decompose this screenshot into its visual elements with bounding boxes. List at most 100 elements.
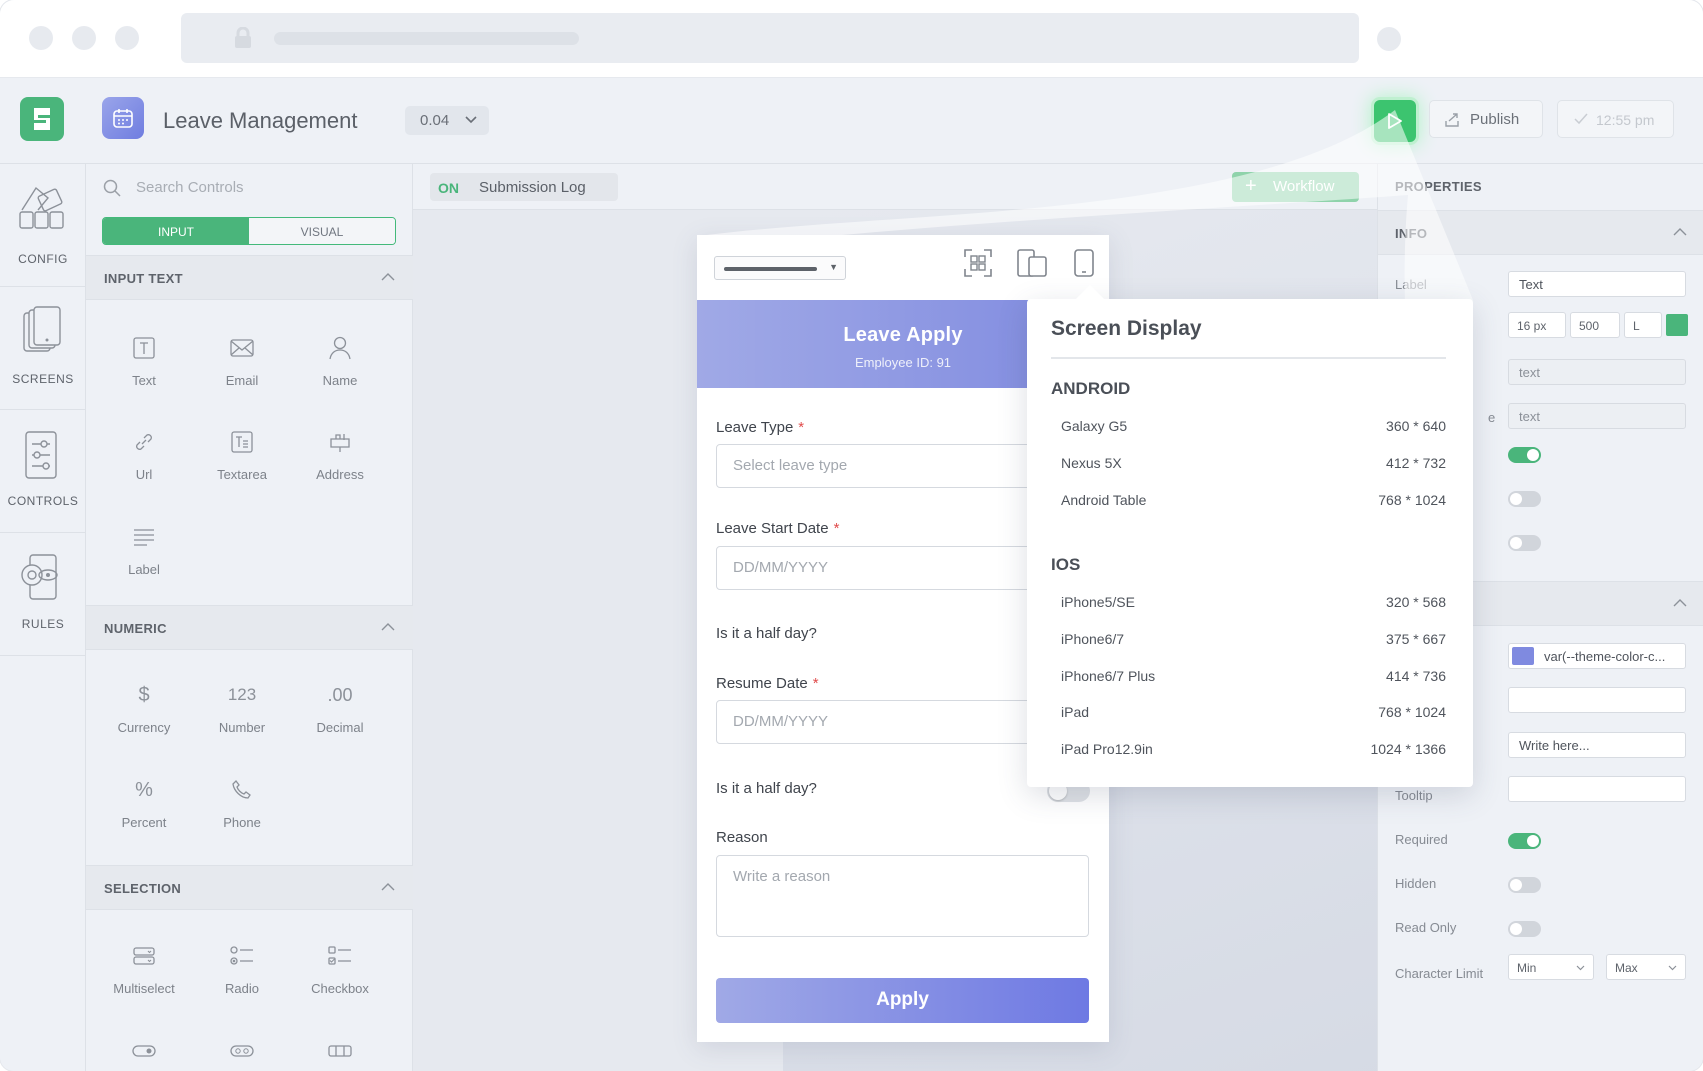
section-input-text[interactable]: INPUT TEXT xyxy=(86,255,413,300)
device-option[interactable]: iPhone6/7 375 * 667 xyxy=(1061,631,1446,647)
font-size-select[interactable]: 16 px xyxy=(1508,312,1566,338)
label-property-label: Label xyxy=(1395,277,1427,292)
control-phone[interactable]: Phone xyxy=(197,774,287,830)
control-name[interactable]: Name xyxy=(295,332,385,388)
control-text[interactable]: Text xyxy=(99,332,189,388)
device-option[interactable]: Android Table 768 * 1024 xyxy=(1061,492,1446,508)
theme-color-input[interactable]: var(--theme-color-c... xyxy=(1508,643,1686,669)
device-option[interactable]: iPhone6/7 Plus 414 * 736 xyxy=(1061,668,1446,684)
control-label-label: Label xyxy=(128,562,160,577)
nav-rules[interactable]: RULES xyxy=(0,533,86,656)
info-toggle-3[interactable] xyxy=(1508,535,1541,551)
caret-down-icon: ▼ xyxy=(829,262,838,272)
required-toggle[interactable] xyxy=(1508,833,1541,849)
publish-button[interactable]: Publish xyxy=(1429,100,1543,138)
submission-log-button[interactable]: Submission Log xyxy=(468,173,618,201)
nav-screens-label: SCREENS xyxy=(12,372,74,386)
control-currency[interactable]: $ Currency xyxy=(99,679,189,736)
link-icon xyxy=(136,434,152,450)
max-select[interactable]: Max xyxy=(1606,954,1686,980)
status-on-badge[interactable]: ON xyxy=(430,173,468,201)
mobile-device-icon[interactable] xyxy=(1074,249,1094,277)
control-toggle[interactable] xyxy=(99,1035,189,1067)
apply-button[interactable]: Apply xyxy=(716,978,1089,1023)
device-option[interactable]: Nexus 5X 412 * 732 xyxy=(1061,455,1446,471)
search-controls[interactable]: Search Controls xyxy=(86,164,413,210)
device-option[interactable]: Galaxy G5 360 * 640 xyxy=(1061,418,1446,434)
text-align-select[interactable]: L xyxy=(1624,312,1662,338)
window-minimize-dot[interactable] xyxy=(72,26,96,50)
window-close-dot[interactable] xyxy=(29,26,53,50)
workflow-button[interactable]: + Workflow xyxy=(1232,172,1359,202)
control-multiselect[interactable]: Multiselect xyxy=(99,940,189,996)
run-preview-button[interactable] xyxy=(1374,100,1416,142)
nav-config[interactable]: CONFIG xyxy=(0,164,86,287)
control-textarea[interactable]: Textarea xyxy=(197,426,287,482)
control-number[interactable]: 123 Number xyxy=(197,679,287,735)
properties-header: PROPERTIES xyxy=(1395,179,1482,194)
info-toggle-2[interactable] xyxy=(1508,491,1541,507)
id-property-input[interactable]: text xyxy=(1508,403,1686,429)
readonly-toggle[interactable] xyxy=(1508,921,1541,937)
label-property-input[interactable]: Text xyxy=(1508,271,1686,297)
section-info[interactable]: INFO xyxy=(1378,210,1703,255)
info-toggle-1[interactable] xyxy=(1508,447,1541,463)
app-logo[interactable] xyxy=(20,97,64,141)
version-dropdown[interactable]: 0.04 xyxy=(405,106,489,135)
control-percent[interactable]: % Percent xyxy=(99,774,189,831)
control-email[interactable]: Email xyxy=(197,332,287,388)
currency-icon: $ xyxy=(138,683,150,706)
email-icon xyxy=(230,339,254,357)
address-bar[interactable] xyxy=(181,13,1359,63)
device-option[interactable]: iPhone5/SE 320 * 568 xyxy=(1061,594,1446,610)
hidden-toggle[interactable] xyxy=(1508,877,1541,893)
control-phone-label: Phone xyxy=(223,815,261,830)
segmented-icon xyxy=(328,1045,352,1057)
name-property-input[interactable]: text xyxy=(1508,359,1686,385)
tooltip-input[interactable] xyxy=(1508,776,1686,802)
percent-icon: % xyxy=(135,778,153,801)
fit-screen-icon[interactable] xyxy=(964,249,992,277)
control-label[interactable]: Label xyxy=(99,521,189,577)
device-option[interactable]: iPad 768 * 1024 xyxy=(1061,704,1446,720)
browser-menu-dot[interactable] xyxy=(1377,27,1401,51)
screen-select[interactable]: ▼ xyxy=(714,256,846,280)
screens-icon xyxy=(23,306,61,352)
control-url[interactable]: Url xyxy=(99,426,189,482)
placeholder-input[interactable]: Write here... xyxy=(1508,732,1686,758)
reason-textarea[interactable]: Write a reason xyxy=(716,855,1089,937)
window-maximize-dot[interactable] xyxy=(115,26,139,50)
tab-input[interactable]: INPUT xyxy=(103,218,249,244)
section-selection[interactable]: SELECTION xyxy=(86,865,413,910)
tablet-rotate-icon[interactable] xyxy=(1017,249,1047,277)
nav-screens[interactable]: SCREENS xyxy=(0,287,86,410)
version-value: 0.04 xyxy=(420,112,450,129)
hidden-label: Hidden xyxy=(1395,876,1437,891)
min-select[interactable]: Min xyxy=(1508,954,1594,980)
paragraph-icon xyxy=(134,529,154,546)
control-decimal[interactable]: .00 Decimal xyxy=(295,679,385,736)
check-icon xyxy=(1574,113,1588,125)
font-weight-select[interactable]: 500 xyxy=(1570,312,1620,338)
section-info-title: INFO xyxy=(1395,226,1428,241)
section-numeric[interactable]: NUMERIC xyxy=(86,605,413,650)
nav-config-label: CONFIG xyxy=(18,252,68,266)
device-option[interactable]: iPad Pro12.9in 1024 * 1366 xyxy=(1061,741,1446,757)
control-url-label: Url xyxy=(135,467,153,482)
control-radio[interactable]: Radio xyxy=(197,940,287,996)
nav-controls[interactable]: CONTROLS xyxy=(0,410,86,533)
saved-time-button[interactable]: 12:55 pm xyxy=(1557,100,1674,138)
control-address[interactable]: Address xyxy=(295,426,385,482)
control-checkbox[interactable]: Checkbox xyxy=(295,940,385,996)
controls-panel: Search Controls INPUT VISUAL INPUT TEXT … xyxy=(86,164,413,1071)
default-value-input[interactable] xyxy=(1508,687,1686,713)
control-name-label: Name xyxy=(322,373,358,388)
text-color-swatch[interactable] xyxy=(1666,314,1688,336)
nav-rules-label: RULES xyxy=(21,617,65,631)
controls-icon xyxy=(25,431,57,479)
plus-icon: + xyxy=(1245,175,1257,197)
control-yes-no[interactable] xyxy=(197,1035,287,1067)
tab-visual[interactable]: VISUAL xyxy=(249,218,395,244)
decimal-icon: .00 xyxy=(327,684,353,705)
control-segment[interactable] xyxy=(295,1035,385,1067)
